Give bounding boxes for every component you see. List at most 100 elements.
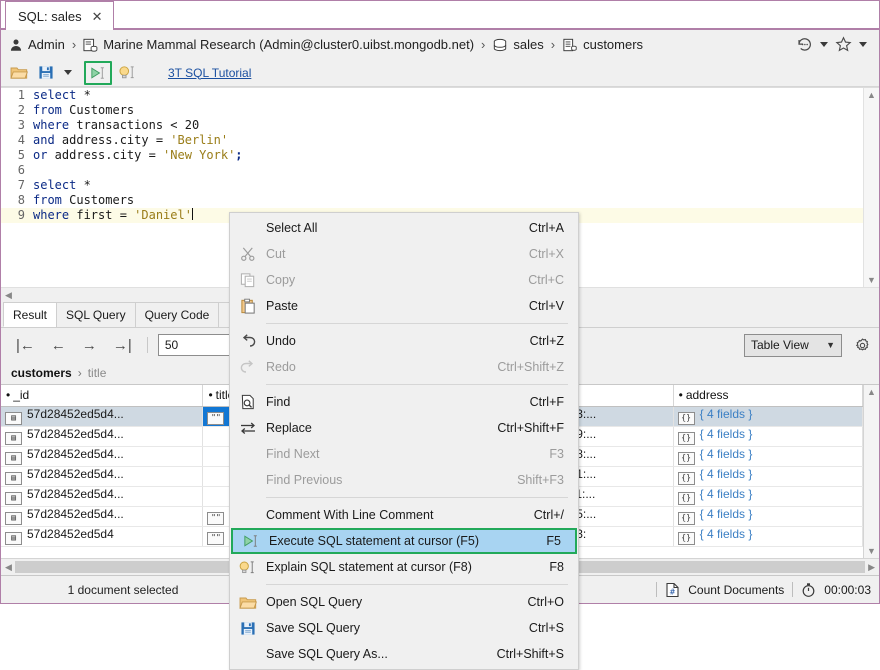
- menu-item-save-sql-query[interactable]: Save SQL Query Ctrl+S: [230, 615, 578, 641]
- menu-item-label: Find Next: [266, 447, 320, 461]
- last-page-icon[interactable]: →|: [108, 337, 137, 354]
- scroll-left-icon[interactable]: ◀: [5, 562, 12, 573]
- gear-icon[interactable]: [854, 337, 871, 354]
- menu-item-select-all[interactable]: Select All Ctrl+A: [230, 215, 578, 241]
- text-cursor: [191, 208, 193, 220]
- result-path-collection[interactable]: customers: [11, 366, 72, 380]
- code-line[interactable]: 4 and address.city = 'Berlin': [1, 133, 863, 148]
- editor-vertical-scrollbar[interactable]: ▲ ▼: [863, 88, 879, 287]
- code-token: *: [76, 178, 91, 192]
- menu-item-explain-sql-statement-at-cursor-f8[interactable]: Explain SQL statement at cursor (F8) F8: [230, 554, 578, 580]
- save-icon[interactable]: [34, 62, 58, 84]
- column-header-address[interactable]: • address: [673, 385, 863, 407]
- save-dropdown-icon[interactable]: [61, 62, 75, 84]
- menu-item-comment-with-line-comment[interactable]: Comment With Line Comment Ctrl+/: [230, 502, 578, 528]
- code-line[interactable]: 1 select *: [1, 88, 863, 103]
- star-icon[interactable]: [835, 36, 852, 53]
- menu-item-find[interactable]: Find Ctrl+F: [230, 389, 578, 415]
- lightbulb-icon[interactable]: [115, 62, 141, 84]
- scroll-down-icon[interactable]: ▼: [867, 546, 876, 556]
- code-line[interactable]: 5 or address.city = 'New York';: [1, 148, 863, 163]
- code-line[interactable]: 6: [1, 163, 863, 178]
- table-cell[interactable]: ▤ 57d28452ed5d4...: [1, 466, 204, 487]
- id-card-icon: ▤: [5, 491, 22, 505]
- tab-sql-query[interactable]: SQL Query: [56, 302, 136, 327]
- string-icon: "": [207, 511, 225, 525]
- scroll-up-icon[interactable]: ▲: [867, 90, 876, 100]
- result-path-separator: ›: [77, 366, 82, 380]
- favorites-dropdown-icon[interactable]: [859, 42, 867, 47]
- table-cell[interactable]: {} { 4 fields }: [673, 506, 863, 527]
- scroll-up-icon[interactable]: ▲: [867, 387, 876, 397]
- code-line[interactable]: 8 from Customers: [1, 193, 863, 208]
- code-line[interactable]: 3 where transactions < 20: [1, 118, 863, 133]
- context-menu[interactable]: Select All Ctrl+A Cut Ctrl+X Copy Ctrl+C Paste…: [229, 212, 579, 670]
- breadcrumb-connection[interactable]: Marine Mammal Research (Admin@cluster0.u…: [103, 37, 474, 52]
- table-cell[interactable]: {} { 4 fields }: [673, 446, 863, 467]
- copy-icon: [230, 272, 266, 288]
- table-cell[interactable]: {} { 4 fields }: [673, 486, 863, 507]
- column-header-_id[interactable]: • _id: [1, 385, 204, 407]
- id-card-icon: ▤: [5, 531, 22, 545]
- line-number: 4: [17, 133, 25, 147]
- code-token: address.city =: [54, 133, 171, 147]
- tab-query-code[interactable]: Query Code: [134, 302, 220, 327]
- history-icon[interactable]: [796, 36, 813, 53]
- table-cell[interactable]: {} { 4 fields }: [673, 426, 863, 447]
- grid-vertical-scrollbar[interactable]: ▲ ▼: [863, 385, 879, 558]
- count-documents-label[interactable]: Count Documents: [688, 583, 784, 597]
- view-mode-select[interactable]: Table View ▼: [744, 333, 842, 357]
- sql-tutorial-link[interactable]: 3T SQL Tutorial: [168, 66, 251, 80]
- execute-query-button[interactable]: [84, 60, 112, 85]
- cell-value: { 4 fields }: [699, 507, 753, 522]
- scroll-right-icon[interactable]: ▶: [868, 562, 875, 573]
- table-cell[interactable]: ▤ 57d28452ed5d4: [1, 526, 204, 547]
- table-cell[interactable]: ▤ 57d28452ed5d4...: [1, 506, 204, 527]
- stopwatch-icon: [801, 582, 816, 598]
- editor-toolbar: 3T SQL Tutorial: [1, 59, 879, 87]
- menu-item-save-sql-query-as[interactable]: Save SQL Query As... Ctrl+Shift+S: [230, 641, 578, 667]
- table-cell[interactable]: {} { 4 fields }: [673, 406, 863, 427]
- table-cell[interactable]: ▤ 57d28452ed5d4...: [1, 426, 204, 447]
- tab-sql-sales[interactable]: SQL: sales ✕: [5, 1, 114, 30]
- scroll-left-icon[interactable]: ◀: [5, 290, 12, 301]
- menu-item-shortcut: Ctrl+Shift+F: [497, 421, 564, 435]
- menu-item-execute-sql-statement-at-cursor-f5[interactable]: Execute SQL statement at cursor (F5) F5: [231, 528, 577, 554]
- tab-label: Query Code: [144, 308, 210, 322]
- menu-item-open-sql-query[interactable]: Open SQL Query Ctrl+O: [230, 589, 578, 615]
- menu-item-shortcut: Ctrl+F: [529, 395, 564, 409]
- user-icon: [9, 38, 23, 52]
- code-line[interactable]: 2 from Customers: [1, 103, 863, 118]
- close-icon[interactable]: ✕: [92, 10, 103, 23]
- tab-result[interactable]: Result: [3, 302, 58, 327]
- previous-page-icon[interactable]: ←: [46, 337, 71, 354]
- svg-text:#: #: [669, 587, 675, 596]
- count-documents-icon[interactable]: #: [665, 582, 680, 598]
- menu-item-replace[interactable]: Replace Ctrl+Shift+F: [230, 415, 578, 441]
- string-icon: "": [207, 411, 225, 425]
- object-icon: {}: [677, 511, 695, 525]
- breadcrumb-database[interactable]: sales: [513, 37, 543, 52]
- first-page-icon[interactable]: |←: [11, 337, 40, 354]
- table-cell[interactable]: ▤ 57d28452ed5d4...: [1, 486, 204, 507]
- folder-open-icon[interactable]: [7, 62, 31, 84]
- table-cell[interactable]: ▤ 57d28452ed5d4...: [1, 446, 204, 467]
- code-text: or address.city = 'New York';: [33, 148, 243, 163]
- database-icon: [492, 38, 508, 52]
- menu-item-paste[interactable]: Paste Ctrl+V: [230, 293, 578, 319]
- table-cell[interactable]: ▤ 57d28452ed5d4...: [1, 406, 204, 427]
- line-number: 6: [17, 163, 25, 177]
- code-line[interactable]: 7 select *: [1, 178, 863, 193]
- next-page-icon[interactable]: →: [77, 337, 102, 354]
- breadcrumb-user[interactable]: Admin: [28, 37, 65, 52]
- menu-item-undo[interactable]: Undo Ctrl+Z: [230, 328, 578, 354]
- table-cell[interactable]: {} { 4 fields }: [673, 466, 863, 487]
- history-dropdown-icon[interactable]: [820, 42, 828, 47]
- application-window: SQL: sales ✕ Admin › Marine Mammal Resea…: [0, 0, 880, 670]
- menu-item-shortcut: Ctrl+O: [527, 595, 564, 609]
- breadcrumb-collection[interactable]: customers: [583, 37, 643, 52]
- scroll-down-icon[interactable]: ▼: [867, 275, 876, 285]
- table-cell[interactable]: {} { 4 fields }: [673, 526, 863, 547]
- code-token: from: [33, 103, 62, 117]
- menu-separator: [266, 584, 568, 585]
